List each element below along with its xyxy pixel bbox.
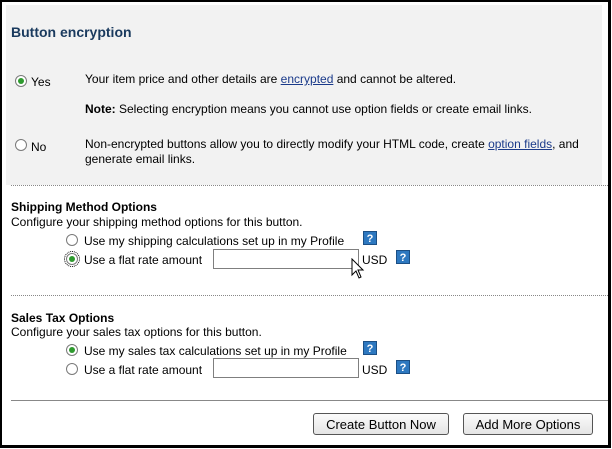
shipping-amount-input[interactable] [213,249,359,269]
mouse-cursor-icon [351,258,365,279]
help-icon[interactable]: ? [396,250,410,264]
encryption-no-radio[interactable] [15,139,27,151]
option-fields-link[interactable]: option fields [488,137,552,151]
tax-profile-radio[interactable] [66,344,78,356]
section-divider [11,295,608,296]
tax-amount-input[interactable] [213,358,359,378]
encryption-yes-label[interactable]: Yes [31,75,51,89]
tax-heading: Sales Tax Options [11,311,115,325]
tax-profile-label[interactable]: Use my sales tax calculations set up in … [84,344,347,358]
encryption-title: Button encryption [11,24,132,40]
footer-divider [11,400,608,401]
encryption-note: Note: Selecting encryption means you can… [85,102,532,116]
section-divider [11,185,608,186]
yes-desc-text-after: and cannot be altered. [333,72,457,86]
tax-flat-label[interactable]: Use a flat rate amount [84,363,202,377]
encrypted-link[interactable]: encrypted [281,72,334,86]
shipping-flat-label[interactable]: Use a flat rate amount [84,253,202,267]
add-more-options-button[interactable]: Add More Options [463,413,593,435]
note-label: Note: [85,102,116,116]
encryption-no-label[interactable]: No [31,140,46,154]
yes-desc-text: Your item price and other details are [85,72,281,86]
no-desc-text: Non-encrypted buttons allow you to direc… [85,137,489,151]
tax-currency: USD [362,363,388,377]
no-desc-text-after: , and [552,137,579,151]
shipping-flat-radio[interactable] [64,251,80,267]
encryption-yes-radio[interactable] [15,75,27,87]
help-icon[interactable]: ? [396,360,410,374]
shipping-subtext: Configure your shipping method options f… [11,215,303,229]
shipping-profile-radio[interactable] [66,234,78,246]
encryption-no-description-line2: generate email links. [85,152,196,166]
shipping-heading: Shipping Method Options [11,200,157,214]
shipping-currency: USD [362,253,388,267]
encryption-no-description: Non-encrypted buttons allow you to direc… [85,137,579,151]
tax-flat-radio[interactable] [66,363,78,375]
shipping-profile-label[interactable]: Use my shipping calculations set up in m… [84,234,344,248]
tax-subtext: Configure your sales tax options for thi… [11,325,262,339]
note-text: Selecting encryption means you cannot us… [115,102,532,116]
help-icon[interactable]: ? [363,341,377,355]
options-panel: Button encryption Yes Your item price an… [0,0,611,448]
encryption-yes-description: Your item price and other details are en… [85,72,456,86]
help-icon[interactable]: ? [363,231,377,245]
create-button-now-button[interactable]: Create Button Now [313,413,449,435]
